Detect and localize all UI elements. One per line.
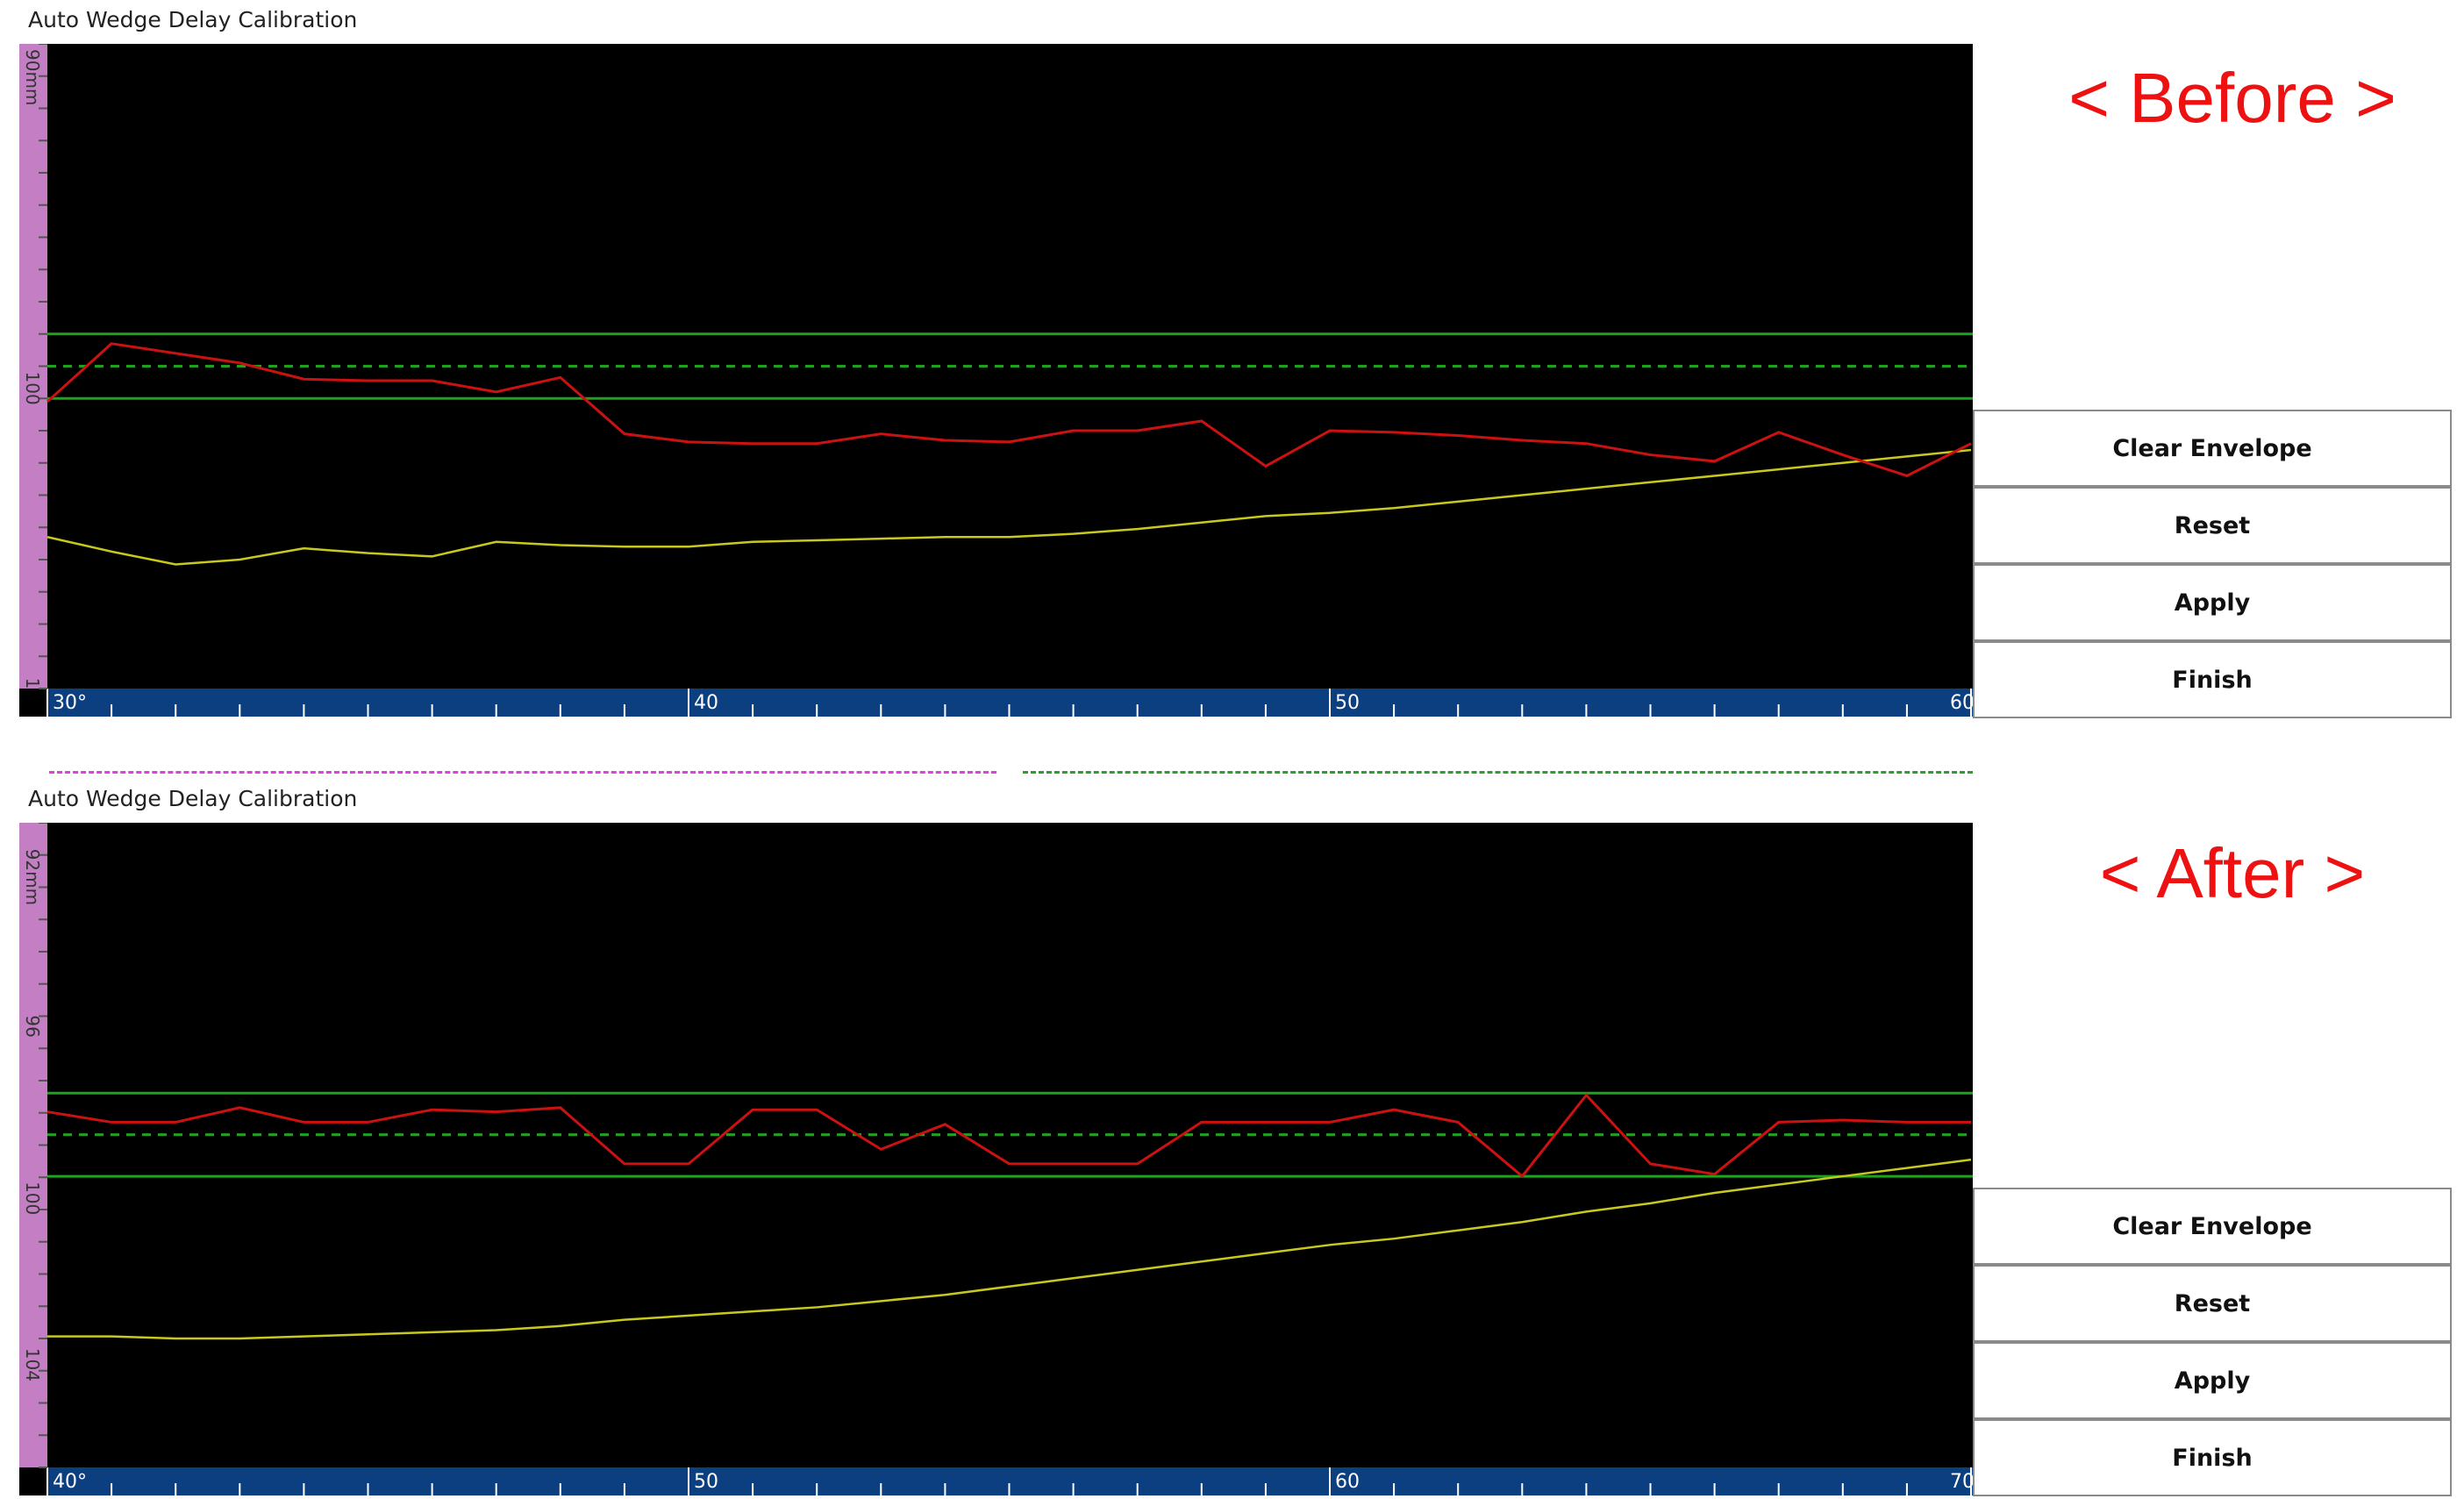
before-label: < Before >: [2068, 59, 2396, 137]
button-group-before: Clear Envelope Reset Apply Finish: [1973, 410, 2452, 718]
axis-corner: [19, 689, 47, 717]
y-tick-label: 92mm: [22, 849, 43, 905]
y-tick-label: 1: [22, 678, 43, 689]
finish-button[interactable]: Finish: [1973, 1419, 2452, 1496]
clear-envelope-button[interactable]: Clear Envelope: [1973, 1188, 2452, 1265]
finish-button[interactable]: Finish: [1973, 641, 2452, 718]
x-tick-label: 60: [1950, 692, 1973, 714]
plot-background: [19, 823, 1973, 1495]
separator-left: [49, 771, 996, 774]
apply-button[interactable]: Apply: [1973, 564, 2452, 641]
button-group-after: Clear Envelope Reset Apply Finish: [1973, 1188, 2452, 1496]
x-tick-label: 50: [1335, 692, 1360, 714]
reset-button[interactable]: Reset: [1973, 1265, 2452, 1342]
x-tick-label: 60: [1335, 1471, 1360, 1493]
chart-after-svg: 40° 50 60 70 92mm 96 100 104: [19, 823, 1973, 1495]
panel-title-after: Auto Wedge Delay Calibration: [28, 786, 358, 811]
axis-corner: [19, 1467, 47, 1495]
x-tick-label: 30°: [53, 692, 87, 714]
x-tick-label: 40: [694, 692, 718, 714]
y-tick-label: 96: [22, 1015, 43, 1037]
chart-after: 40° 50 60 70 92mm 96 100 104: [19, 823, 1973, 1495]
y-tick-label: 90mm: [22, 49, 43, 105]
panel-title-before: Auto Wedge Delay Calibration: [28, 7, 358, 32]
chart-before-svg: 30° 40 50 60 90mm 100 1: [19, 44, 1973, 717]
chart-before: 30° 40 50 60 90mm 100 1: [19, 44, 1973, 717]
y-tick-label: 100: [22, 372, 43, 405]
clear-envelope-button[interactable]: Clear Envelope: [1973, 410, 2452, 487]
x-tick-label: 40°: [53, 1471, 87, 1493]
apply-button[interactable]: Apply: [1973, 1342, 2452, 1419]
y-tick-label: 104: [22, 1348, 43, 1381]
x-tick-label: 50: [694, 1471, 718, 1493]
after-label: < After >: [2099, 834, 2366, 912]
separator-right: [1023, 771, 1973, 774]
reset-button[interactable]: Reset: [1973, 487, 2452, 564]
x-tick-label: 70: [1950, 1471, 1973, 1493]
y-tick-label: 100: [22, 1181, 43, 1215]
